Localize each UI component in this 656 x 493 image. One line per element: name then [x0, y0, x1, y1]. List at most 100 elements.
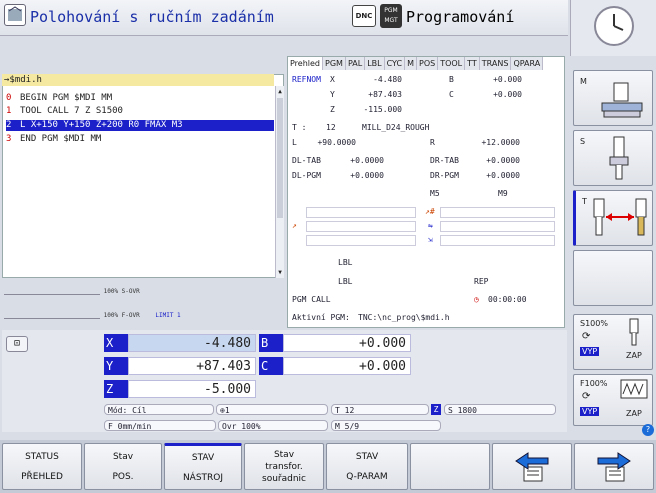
- rotation-icon: ↗#: [425, 207, 435, 216]
- feed-info: F 0mm/min: [104, 420, 216, 431]
- lbl-label-2: LBL: [338, 277, 353, 286]
- softkey-stav-pos[interactable]: Stav POS.: [84, 443, 162, 490]
- positioning-mode: Mód: Cíl: [104, 404, 214, 415]
- programming-mode-title[interactable]: Programování: [406, 8, 514, 26]
- status-field: [306, 235, 416, 246]
- status-x-label: X: [330, 75, 335, 84]
- status-z-value: -115.000: [363, 105, 402, 114]
- arrow-left-icon: [515, 451, 549, 481]
- softkey-next[interactable]: [574, 443, 654, 490]
- spindle-axis-badge: Z: [431, 404, 441, 415]
- program-lines[interactable]: 0 BEGIN PGM $MDI MM 1 TOOL CALL 7 Z S1500 …: [2, 88, 274, 148]
- spindle-rotation-icon: ⟳: [582, 331, 591, 342]
- dnc-icon[interactable]: DNC: [352, 5, 376, 27]
- tool-label: T :: [292, 123, 307, 132]
- status-field: [440, 235, 555, 246]
- status-field: [440, 221, 555, 232]
- scroll-thumb[interactable]: [277, 98, 283, 218]
- vsoftkey-f100[interactable]: F100% ⟳ VYP ZAP: [573, 374, 653, 426]
- scroll-up-icon[interactable]: ▲: [276, 88, 284, 95]
- f-override-label: 100% F-OVR: [103, 312, 140, 319]
- pgm-mgt-icon[interactable]: PGM MGT: [380, 4, 402, 28]
- m-function-info: M 5/9: [331, 420, 441, 431]
- preset-icon[interactable]: ⊡: [6, 336, 28, 352]
- tab-trans[interactable]: TRANS: [479, 57, 512, 70]
- axis-x-label: X: [104, 334, 128, 352]
- program-line[interactable]: 1 TOOL CALL 7 Z S1500: [6, 106, 274, 117]
- preset-number: 1: [224, 406, 230, 415]
- status-field: [306, 207, 416, 218]
- vsoftkey-m[interactable]: M: [573, 70, 653, 126]
- tab-lbl[interactable]: LBL: [365, 57, 385, 70]
- heidenhain-logo-icon: [4, 4, 26, 26]
- status-y-label: Y: [330, 90, 335, 99]
- tab-pal[interactable]: PAL: [345, 57, 366, 70]
- scroll-down-icon[interactable]: ▼: [276, 269, 284, 276]
- softkey-stav-qparam[interactable]: STAV Q-PARAM: [326, 443, 408, 490]
- program-line[interactable]: 3 END PGM $MDI MM: [6, 134, 274, 145]
- scale-icon: ⇲: [428, 235, 433, 244]
- f-override: 100% F-OVR LIMIT 1: [4, 312, 181, 322]
- status-window: [287, 56, 565, 328]
- tab-tt[interactable]: TT: [465, 57, 480, 70]
- mirror-icon: ⇋: [428, 221, 433, 230]
- softkey-stav-transfor[interactable]: Stav transfor. souřadnic: [244, 443, 324, 490]
- status-z-label: Z: [330, 105, 335, 114]
- feed-rotation-icon: ⟳: [582, 391, 591, 402]
- feed-wave-icon: [620, 379, 648, 399]
- tool-radius-label: R: [430, 138, 435, 147]
- tool-radius-value: +12.0000: [481, 138, 520, 147]
- softkey-status-prehled[interactable]: STATUS PŘEHLED: [2, 443, 82, 490]
- tab-cyc[interactable]: CYC: [384, 57, 406, 70]
- tool-change-icon: [593, 198, 647, 236]
- vsoftkey-empty[interactable]: [573, 250, 653, 306]
- vsoftkey-t[interactable]: T: [573, 190, 653, 246]
- status-field: [306, 221, 416, 232]
- status-x-value: -4.480: [373, 75, 402, 84]
- softkey-stav-nastroj[interactable]: STAV NÁSTROJ: [164, 443, 242, 490]
- tab-pos[interactable]: POS: [417, 57, 439, 70]
- s-override: 100% S-OVR: [4, 288, 140, 298]
- vsoftkey-s[interactable]: S: [573, 130, 653, 186]
- tab-prehled[interactable]: Prehled: [288, 57, 324, 70]
- program-file-name: →$mdi.h: [2, 74, 274, 86]
- limit-label: LIMIT 1: [155, 312, 181, 319]
- s100-zap[interactable]: ZAP: [626, 351, 642, 360]
- dl-tab-label: DL-TAB: [292, 156, 321, 165]
- s100-vyp[interactable]: VYP: [580, 347, 600, 356]
- m9-label: M9: [498, 189, 508, 198]
- f100-zap[interactable]: ZAP: [626, 409, 642, 418]
- tab-pgm[interactable]: PGM: [323, 57, 346, 70]
- softkey-previous[interactable]: [492, 443, 572, 490]
- softkey-empty[interactable]: [410, 443, 490, 490]
- dr-tab-label: DR-TAB: [430, 156, 459, 165]
- f100-vyp[interactable]: VYP: [580, 407, 600, 416]
- spindle-speed-info: S 1800: [444, 404, 556, 415]
- vsoftkey-s100[interactable]: S100% ⟳ VYP ZAP: [573, 314, 653, 370]
- s-override-label: 100% S-OVR: [103, 288, 140, 295]
- arrow-right-icon: [597, 451, 631, 481]
- dr-tab-value: +0.0000: [486, 156, 520, 165]
- tab-qpara[interactable]: QPARA: [511, 57, 544, 70]
- program-scrollbar[interactable]: ▲ ▼: [275, 86, 284, 278]
- tool-length-label: L: [292, 138, 297, 147]
- tab-m[interactable]: M: [405, 57, 417, 70]
- tool-number: 12: [326, 123, 336, 132]
- axis-z-label: Z: [104, 380, 128, 398]
- status-c-label: C: [449, 90, 454, 99]
- axis-z-value: -5.000: [128, 380, 256, 398]
- override-info: Ovr 100%: [218, 420, 328, 431]
- program-line-selected[interactable]: 2L X+150 Y+150 Z+200 R0 FMAX M3: [6, 120, 274, 131]
- axis-c-label: C: [259, 357, 283, 375]
- active-pgm-value: TNC:\nc_prog\$mdi.h: [358, 313, 450, 322]
- status-y-value: +87.403: [368, 90, 402, 99]
- program-line[interactable]: 0 BEGIN PGM $MDI MM: [6, 93, 274, 104]
- spindle-small-icon: [629, 318, 639, 346]
- status-b-value: +0.000: [493, 75, 522, 84]
- help-icon[interactable]: ?: [642, 424, 654, 436]
- run-time: 00:00:00: [488, 295, 527, 304]
- tool-info: T 12: [331, 404, 429, 415]
- axis-b-label: B: [259, 334, 283, 352]
- status-tabs[interactable]: Prehled PGM PAL LBL CYC M POS TOOL TT TR…: [288, 57, 544, 70]
- tab-tool[interactable]: TOOL: [438, 57, 466, 70]
